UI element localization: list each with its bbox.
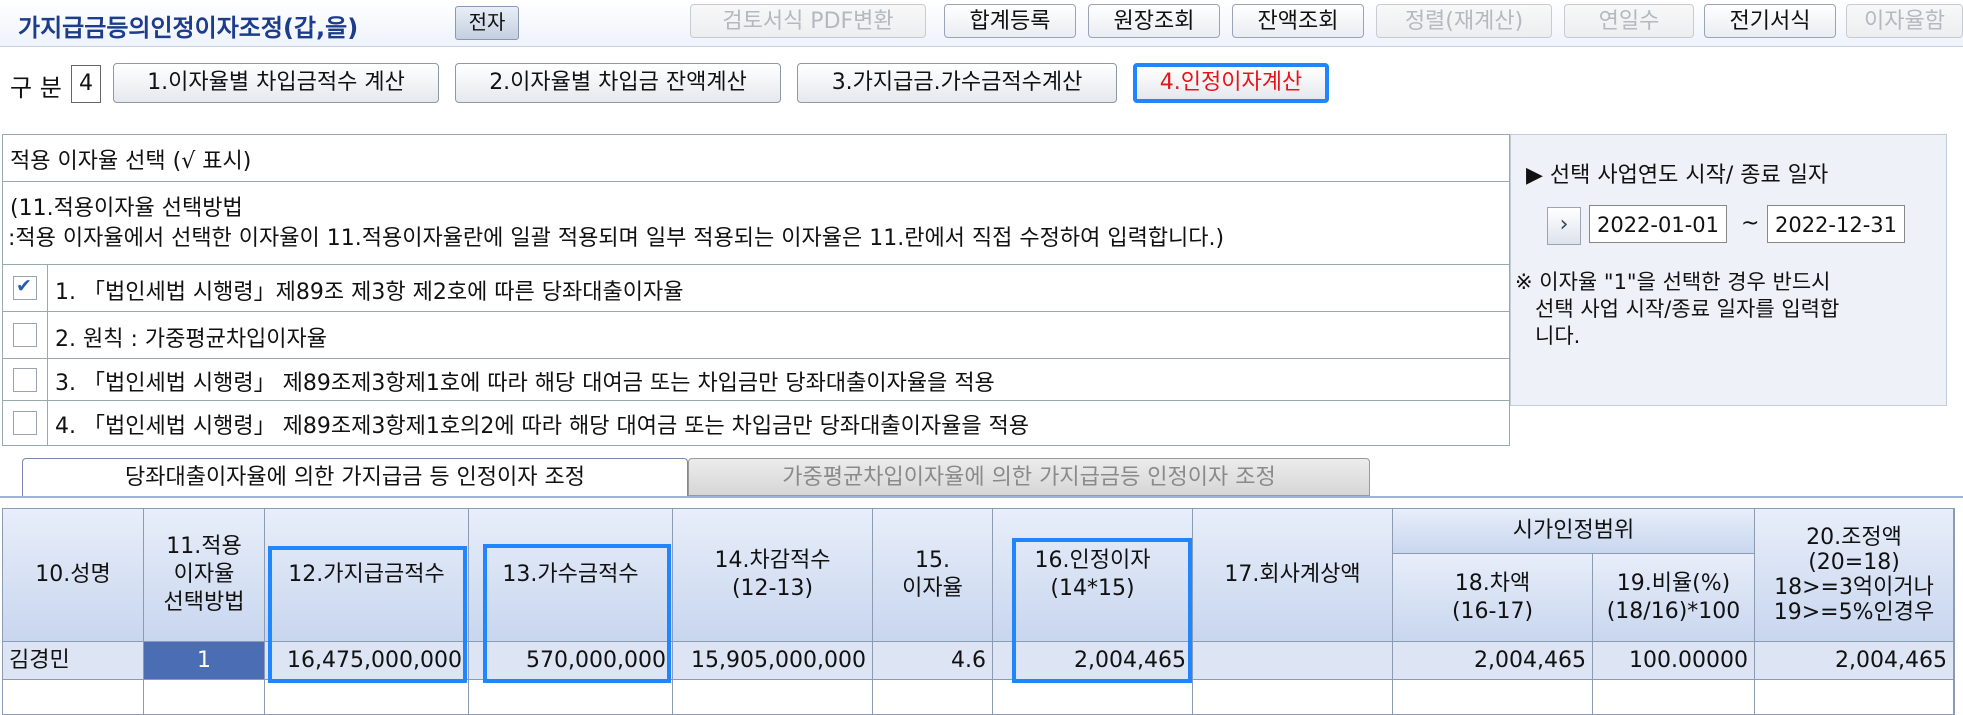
col-header-provisional: 12.가지급금적수: [265, 509, 469, 642]
rate-option-4-checkbox[interactable]: [13, 411, 37, 435]
sort-recalc-button[interactable]: 정렬(재계산): [1376, 4, 1552, 38]
date-note-line3: 니다.: [1515, 324, 1581, 348]
col-header-market-range: 시가인정범위: [1393, 509, 1755, 554]
empty-cell[interactable]: [1593, 680, 1755, 714]
category-input[interactable]: 4: [71, 65, 101, 103]
rate-option-3[interactable]: 3. 「법인세법 시행령」 제89조제3항제1호에 따라 해당 대여금 또는 차…: [3, 359, 1509, 401]
rate-option-1-label: 1. 「법인세법 시행령」제89조 제3항 제2호에 따른 당좌대출이자율: [55, 280, 684, 305]
empty-cell[interactable]: [673, 680, 873, 714]
cell-adjustment[interactable]: 2,004,465: [1755, 642, 1954, 680]
tab-recognized-interest[interactable]: 4.인정이자계산: [1133, 63, 1329, 103]
rate-option-1[interactable]: 1. 「법인세법 시행령」제89조 제3항 제2호에 따른 당좌대출이자율: [3, 265, 1509, 312]
interest-rate-button[interactable]: 이자율함: [1846, 4, 1963, 38]
year-days-button[interactable]: 연일수: [1564, 4, 1694, 38]
date-note-line2: 선택 사업 시작/종료 일자를 입력합: [1515, 297, 1840, 321]
rate-selection-header: 적용 이자율 선택 (√ 표시): [10, 149, 252, 174]
empty-cell[interactable]: [993, 680, 1193, 714]
cell-name[interactable]: 김경민: [3, 642, 144, 680]
rate-selection-header-row: 적용 이자율 선택 (√ 표시): [3, 135, 1509, 182]
electronic-button[interactable]: 전자: [455, 6, 519, 40]
cell-net[interactable]: 15,905,000,000: [673, 642, 873, 680]
col-header-difference: 18.차액 (16-17): [1393, 554, 1593, 642]
tab-weighted-average-rate[interactable]: 가중평균차입이자율에 의한 가지급금등 인정이자 조정: [688, 458, 1370, 496]
empty-cell[interactable]: [265, 680, 469, 714]
rate-selection-panel: 적용 이자율 선택 (√ 표시) (11.적용이자율 선택방법 :적용 이자율에…: [2, 134, 1510, 446]
empty-cell[interactable]: [1193, 680, 1393, 714]
cell-difference[interactable]: 2,004,465: [1393, 642, 1593, 680]
col-header-name: 10.성명: [3, 509, 144, 642]
review-pdf-button[interactable]: 검토서식 PDF변환: [690, 4, 926, 38]
col-header-ratio: 19.비율(%) (18/16)*100: [1593, 554, 1755, 642]
prior-form-button[interactable]: 전기서식: [1704, 4, 1836, 38]
end-date-input[interactable]: 2022-12-31: [1767, 205, 1905, 243]
col-header-company-amount: 17.회사계상액: [1193, 509, 1393, 642]
col-header-recognized-interest: 16.인정이자 (14*15): [993, 509, 1193, 642]
rate-option-4-label: 4. 「법인세법 시행령」 제89조제3항제1호의2에 따라 해당 대여금 또는…: [55, 414, 1030, 439]
col-header-rate: 15. 이자율: [873, 509, 993, 642]
rate-option-2-label: 2. 원칙 : 가중평균차입이자율: [55, 327, 328, 352]
rate-method-row: (11.적용이자율 선택방법 :적용 이자율에서 선택한 이자율이 11.적용이…: [3, 182, 1509, 265]
date-note-line1: ※ 이자율 "1"을 선택한 경우 반드시: [1515, 270, 1831, 294]
business-year-title: ▶ 선택 사업연도 시작/ 종료 일자: [1526, 163, 1829, 188]
tab-overdraft-rate[interactable]: 당좌대출이자율에 의한 가지급금 등 인정이자 조정: [22, 458, 688, 496]
col-header-temporary: 13.가수금적수: [469, 509, 673, 642]
empty-cell[interactable]: [3, 680, 144, 714]
col-header-adjustment: 20.조정액 (20=18) 18>=3억이거나 19>=5%인경우: [1755, 509, 1954, 642]
balance-inquiry-button[interactable]: 잔액조회: [1232, 4, 1364, 38]
rate-option-1-checkbox[interactable]: [13, 275, 37, 300]
cell-temporary[interactable]: 570,000,000: [469, 642, 673, 680]
total-register-button[interactable]: 합계등록: [944, 4, 1076, 38]
rate-method-line2: :적용 이자율에서 선택한 이자율이 11.적용이자율란에 일괄 적용되며 일부…: [8, 226, 1225, 251]
date-note: ※ 이자율 "1"을 선택한 경우 반드시 선택 사업 시작/종료 일자를 입력…: [1515, 269, 1935, 350]
chevron-right-icon[interactable]: ›: [1547, 207, 1581, 245]
cell-provisional[interactable]: 16,475,000,000: [265, 642, 469, 680]
tab-borrowing-accumulation[interactable]: 1.이자율별 차입금적수 계산: [113, 63, 439, 103]
empty-cell[interactable]: [1393, 680, 1593, 714]
cell-company-amount[interactable]: [1193, 642, 1393, 680]
cell-recognized-interest[interactable]: 2,004,465: [993, 642, 1193, 680]
col-header-net: 14.차감적수 (12-13): [673, 509, 873, 642]
business-year-panel: ▶ 선택 사업연도 시작/ 종료 일자 › 2022-01-01 ~ 2022-…: [1510, 134, 1947, 406]
rate-option-4[interactable]: 4. 「법인세법 시행령」 제89조제3항제1호의2에 따라 해당 대여금 또는…: [3, 401, 1509, 445]
rate-option-2[interactable]: 2. 원칙 : 가중평균차입이자율: [3, 312, 1509, 359]
rate-option-3-checkbox[interactable]: [13, 368, 37, 392]
start-date-input[interactable]: 2022-01-01: [1589, 205, 1727, 243]
empty-cell[interactable]: [1755, 680, 1954, 714]
rate-option-2-checkbox[interactable]: [13, 323, 37, 347]
tab-provisional-accumulation[interactable]: 3.가지급금.가수금적수계산: [797, 63, 1117, 103]
tab-borrowing-balance[interactable]: 2.이자율별 차입금 잔액계산: [455, 63, 781, 103]
cell-rate[interactable]: 4.6: [873, 642, 993, 680]
category-label: 구 분: [10, 74, 62, 102]
cell-ratio[interactable]: 100.00000: [1593, 642, 1755, 680]
empty-cell[interactable]: [873, 680, 993, 714]
window-title: 가지급금등의인정이자조정(갑,을): [18, 14, 359, 42]
rate-option-3-label: 3. 「법인세법 시행령」 제89조제3항제1호에 따라 해당 대여금 또는 차…: [55, 371, 995, 396]
empty-cell[interactable]: [144, 680, 265, 714]
cell-method[interactable]: 1: [144, 642, 265, 680]
ledger-inquiry-button[interactable]: 원장조회: [1088, 4, 1220, 38]
toolbar: 가지급금등의인정이자조정(갑,을) 전자 검토서식 PDF변환 합계등록 원장조…: [0, 0, 1963, 47]
date-range-separator: ~: [1741, 211, 1760, 236]
rate-method-line1: (11.적용이자율 선택방법: [10, 196, 243, 221]
col-header-method: 11.적용 이자율 선택방법: [144, 509, 265, 642]
empty-cell[interactable]: [469, 680, 673, 714]
interest-adjustment-grid: 10.성명 11.적용 이자율 선택방법 12.가지급금적수 13.가수금적수 …: [2, 508, 1955, 715]
